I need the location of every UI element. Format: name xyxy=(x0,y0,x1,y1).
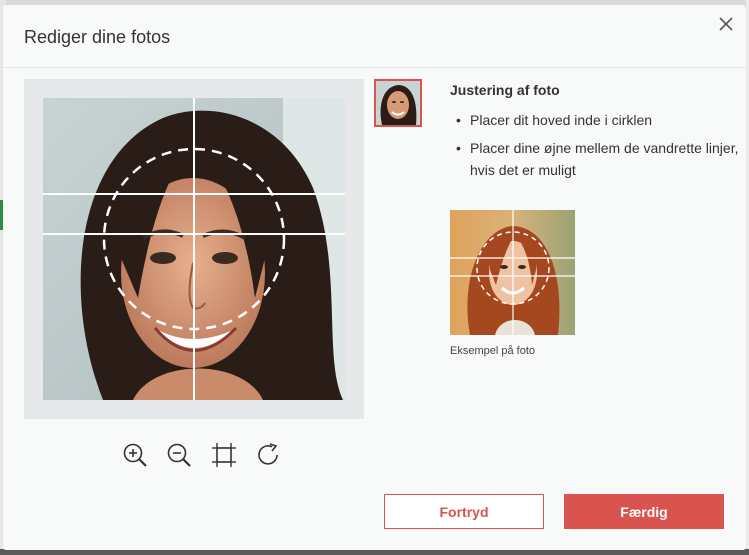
tips-heading: Justering af foto xyxy=(450,82,560,98)
header-divider xyxy=(3,67,746,68)
crop-fit-icon[interactable] xyxy=(210,441,238,469)
tips-list: Placer dit hoved inde i cirklen Placer d… xyxy=(450,109,740,187)
example-caption: Eksempel på foto xyxy=(450,345,535,357)
editable-photo[interactable] xyxy=(43,98,345,400)
photo-editor[interactable] xyxy=(24,79,364,419)
dialog-title: Rediger dine fotos xyxy=(24,27,171,47)
rotate-icon[interactable] xyxy=(255,441,283,469)
cancel-button[interactable]: Fortryd xyxy=(384,494,544,529)
edit-photos-dialog: Rediger dine fotos Justering af foto • P… xyxy=(3,5,746,550)
close-icon[interactable] xyxy=(715,13,737,35)
done-button[interactable]: Færdig xyxy=(564,494,724,529)
zoom-out-icon[interactable] xyxy=(165,441,193,469)
photo-thumbnail[interactable] xyxy=(374,79,422,127)
tip-item: Placer dine øjne mellem de vandrette lin… xyxy=(450,137,740,181)
zoom-in-icon[interactable] xyxy=(121,441,149,469)
example-photo xyxy=(450,210,575,335)
tip-item: Placer dit hoved inde i cirklen xyxy=(450,109,740,131)
